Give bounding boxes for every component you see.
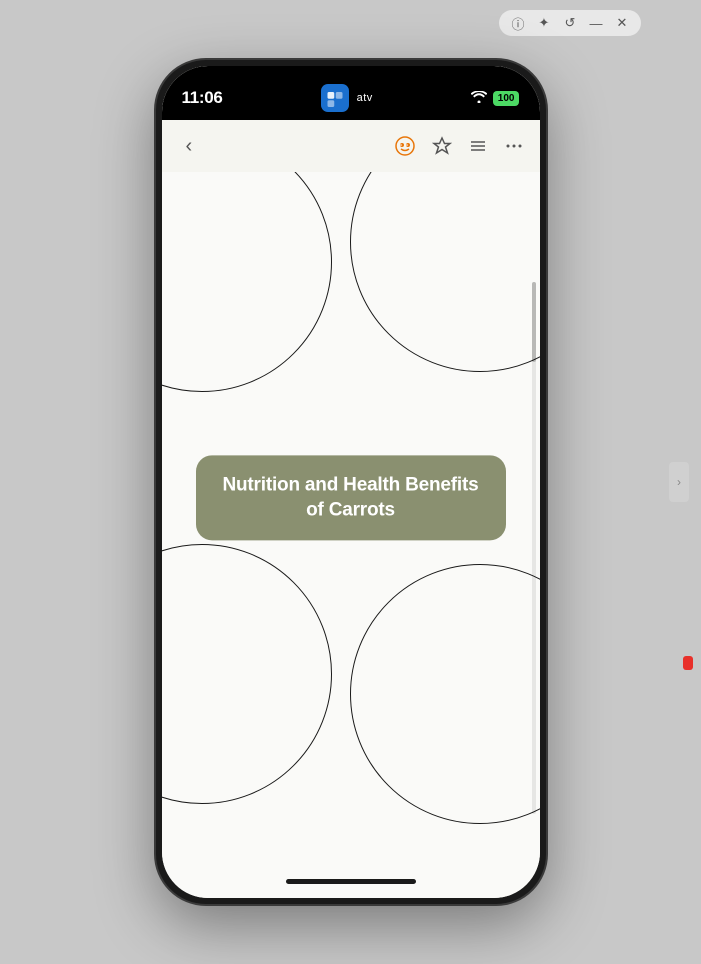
home-bar <box>286 879 416 884</box>
info-icon[interactable]: ⓘ <box>509 14 527 32</box>
nav-right <box>394 135 524 157</box>
back-button[interactable]: ‹ <box>178 131 201 162</box>
nav-bar: ‹ <box>162 120 540 172</box>
list-icon[interactable] <box>468 136 488 156</box>
minimize-button[interactable]: — <box>587 14 605 32</box>
status-time: 11:06 <box>182 88 223 108</box>
window-chrome: ⓘ ✦ ↺ — ✕ <box>499 10 641 36</box>
scroll-track <box>532 282 536 814</box>
central-node[interactable]: Nutrition and Health Benefits of Carrots <box>196 455 506 540</box>
status-right: 100 <box>471 90 520 106</box>
wifi-icon <box>471 90 487 106</box>
phone-frame: 11:06 atv <box>156 60 546 904</box>
app-icon <box>321 84 349 112</box>
status-bar: 11:06 atv <box>162 66 540 120</box>
red-indicator <box>683 656 693 670</box>
circle-top-right <box>350 172 540 372</box>
app-logo-icon <box>326 89 344 107</box>
monster-icon[interactable] <box>394 135 416 157</box>
scroll-thumb[interactable] <box>532 282 536 362</box>
more-icon[interactable] <box>504 136 524 156</box>
home-indicator <box>162 864 540 898</box>
circle-bottom-left <box>162 544 332 804</box>
circle-top-left <box>162 172 332 392</box>
side-arrow-button[interactable]: › <box>669 462 689 502</box>
battery-badge: 100 <box>493 91 520 106</box>
star-icon[interactable]: ✦ <box>535 14 553 32</box>
mind-map-content: Nutrition and Health Benefits of Carrots <box>162 172 540 864</box>
pin-icon[interactable] <box>432 136 452 156</box>
phone-screen: 11:06 atv <box>162 66 540 898</box>
atv-label: atv <box>357 92 373 104</box>
nav-left: ‹ <box>178 131 201 162</box>
history-icon[interactable]: ↺ <box>561 14 579 32</box>
central-node-text: Nutrition and Health Benefits of Carrots <box>223 474 479 520</box>
status-center: atv <box>321 84 373 112</box>
close-button[interactable]: ✕ <box>613 14 631 32</box>
circle-bottom-right <box>350 564 540 824</box>
